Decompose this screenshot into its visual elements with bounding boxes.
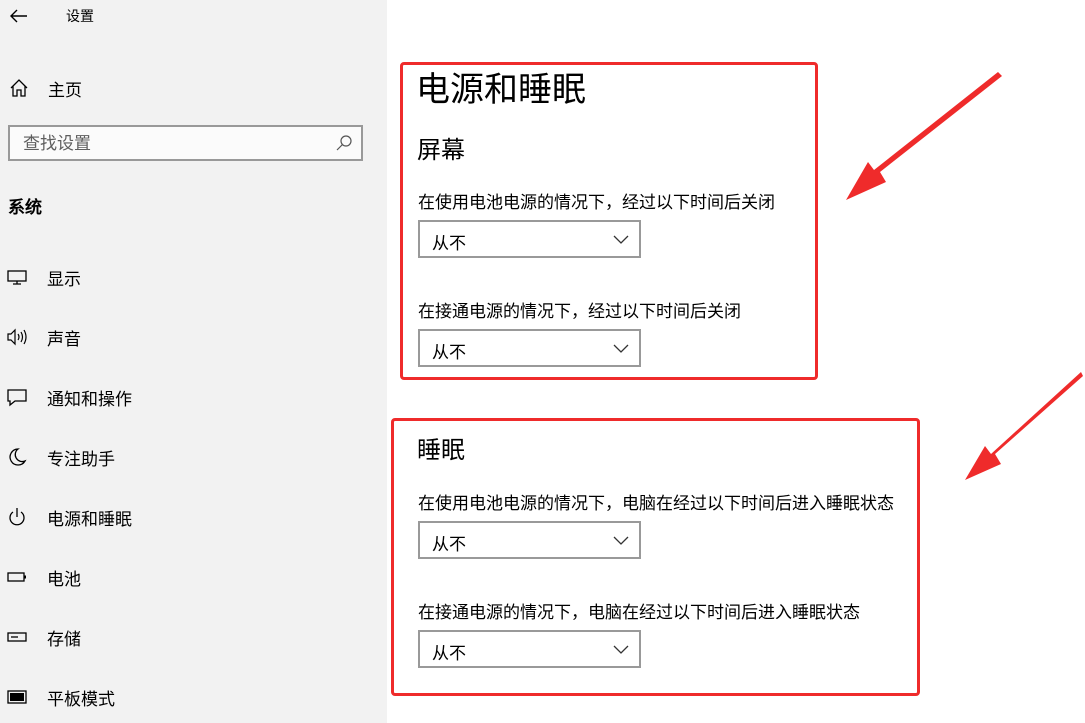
sidebar-item-sound[interactable]: 声音 [0, 317, 387, 357]
speaker-icon [7, 328, 27, 346]
sidebar-item-label: 电池 [47, 570, 81, 590]
sidebar-item-label: 电源和睡眠 [47, 510, 132, 530]
battery-icon [7, 572, 26, 582]
sidebar-item-label: 通知和操作 [47, 390, 132, 410]
sleep-plugged-label: 在接通电源的情况下，电脑在经过以下时间后进入睡眠状态 [418, 603, 860, 623]
notification-icon [7, 389, 27, 407]
dropdown-value: 从不 [432, 535, 466, 555]
main-content: 电源和睡眠 屏幕 在使用电池电源的情况下，经过以下时间后关闭 从不 在接通电源的… [387, 0, 1085, 723]
home-icon [10, 79, 28, 97]
sleep-battery-label: 在使用电池电源的情况下，电脑在经过以下时间后进入睡眠状态 [418, 494, 894, 514]
chevron-down-icon [613, 344, 629, 353]
chevron-down-icon [613, 645, 629, 654]
sidebar-item-focus-assist[interactable]: 专注助手 [0, 437, 387, 477]
screen-battery-dropdown[interactable]: 从不 [418, 220, 641, 258]
search-input[interactable] [10, 127, 335, 161]
screen-plugged-dropdown[interactable]: 从不 [418, 329, 641, 367]
chevron-down-icon [613, 536, 629, 545]
back-button[interactable] [6, 4, 32, 28]
back-arrow-icon [10, 9, 27, 23]
sidebar-item-power-sleep[interactable]: 电源和睡眠 [0, 497, 387, 537]
sidebar-item-label: 主页 [48, 81, 82, 101]
page-title: 电源和睡眠 [416, 70, 586, 110]
dropdown-value: 从不 [432, 644, 466, 664]
sidebar-item-label: 显示 [47, 270, 81, 290]
sidebar-section-header: 系统 [8, 198, 42, 218]
moon-icon [9, 448, 27, 466]
sidebar-item-storage[interactable]: 存储 [0, 617, 387, 657]
sidebar-item-label: 声音 [47, 330, 81, 350]
tablet-icon [7, 690, 27, 704]
sleep-plugged-dropdown[interactable]: 从不 [418, 630, 641, 668]
search-box[interactable] [8, 125, 363, 161]
sidebar: 设置 主页 系统 显示 声音 通知和操作 [0, 0, 387, 723]
chevron-down-icon [613, 235, 629, 244]
search-icon[interactable] [335, 134, 353, 152]
sidebar-item-battery[interactable]: 电池 [0, 557, 387, 597]
screen-battery-label: 在使用电池电源的情况下，经过以下时间后关闭 [418, 193, 775, 213]
sleep-group-title: 睡眠 [417, 436, 465, 464]
sidebar-item-label: 专注助手 [47, 450, 115, 470]
screen-plugged-label: 在接通电源的情况下，经过以下时间后关闭 [418, 302, 741, 322]
power-icon [9, 508, 25, 526]
dropdown-value: 从不 [432, 343, 466, 363]
dropdown-value: 从不 [432, 234, 466, 254]
monitor-icon [7, 270, 27, 285]
sidebar-item-label: 平板模式 [47, 690, 115, 710]
sidebar-item-home[interactable]: 主页 [0, 70, 387, 104]
sidebar-item-display[interactable]: 显示 [0, 257, 387, 297]
storage-icon [7, 632, 27, 642]
window-title: 设置 [66, 9, 94, 25]
sidebar-item-notifications[interactable]: 通知和操作 [0, 377, 387, 417]
screen-group-title: 屏幕 [417, 136, 465, 164]
sidebar-item-label: 存储 [47, 630, 81, 650]
sleep-battery-dropdown[interactable]: 从不 [418, 521, 641, 559]
sidebar-item-tablet-mode[interactable]: 平板模式 [0, 677, 387, 717]
